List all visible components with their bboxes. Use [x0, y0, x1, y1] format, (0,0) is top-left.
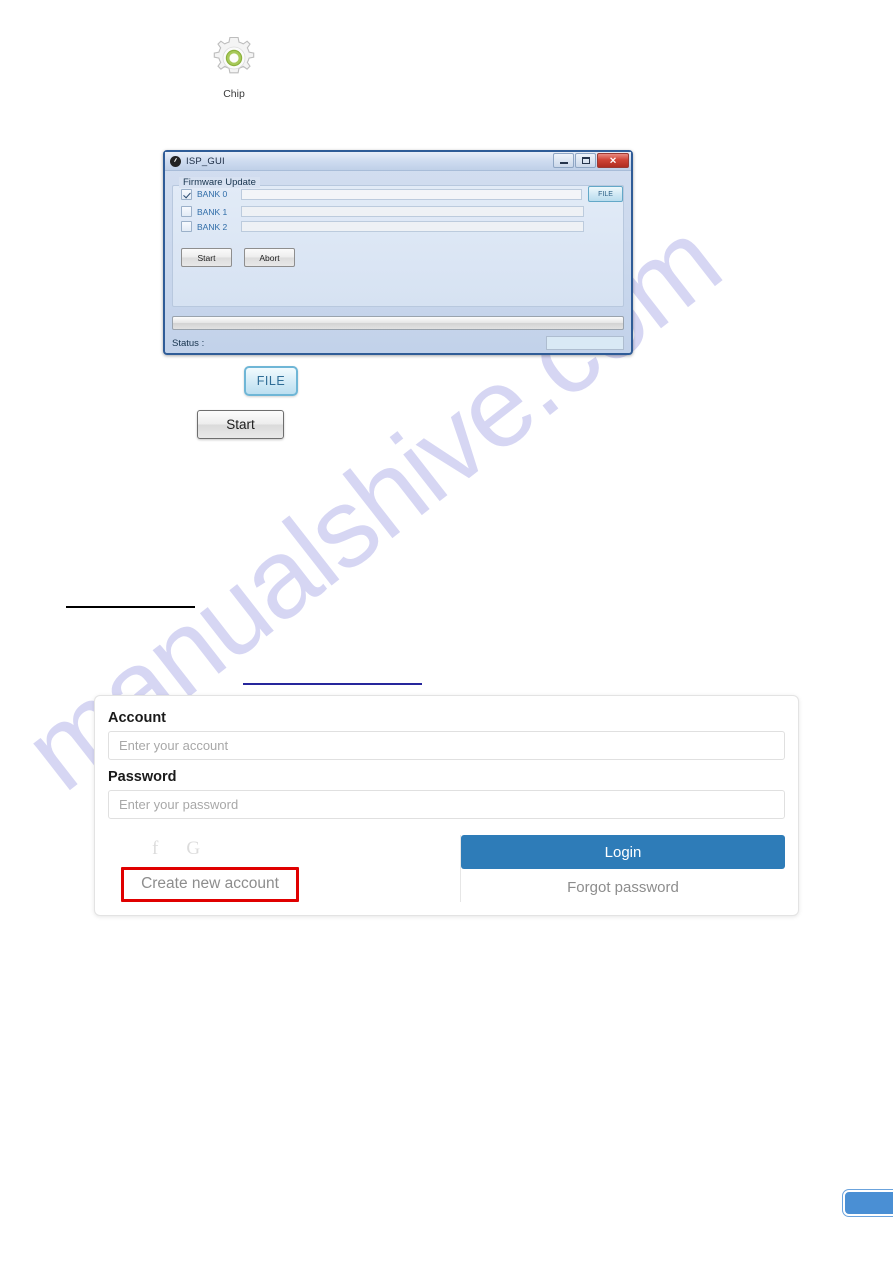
bank0-path-input[interactable] — [241, 188, 582, 200]
status-row: Status : — [172, 336, 624, 350]
bank-row: BANK 0 FILE — [173, 186, 623, 202]
window-body: Firmware Update BANK 0 FILE BANK 1 BANK … — [165, 171, 631, 353]
maximize-button[interactable] — [575, 153, 596, 168]
corner-tab-button[interactable] — [843, 1190, 893, 1216]
forgot-password-link[interactable]: Forgot password — [461, 879, 785, 896]
action-buttons: Start Abort — [173, 248, 623, 267]
login-secondary-column: f G Create new account — [108, 835, 460, 902]
status-value-field — [546, 336, 624, 350]
bank0-label: BANK 0 — [197, 189, 228, 199]
password-label: Password — [108, 769, 177, 785]
start-button[interactable]: Start — [181, 248, 232, 267]
window-title: ISP_GUI — [186, 155, 225, 167]
social-login-row: f G — [108, 835, 460, 861]
callout-start-button[interactable]: Start — [197, 410, 284, 439]
bank2-path-input[interactable] — [241, 221, 584, 232]
isp-gui-window: ISP_GUI ✕ Firmware Update BANK 0 FILE BA… — [163, 150, 633, 355]
login-card: Account Password f G Create new account … — [94, 695, 799, 916]
bank0-checkbox[interactable] — [181, 188, 192, 200]
window-controls: ✕ — [553, 153, 629, 168]
bank1-checkbox[interactable] — [181, 206, 192, 217]
bank-row: BANK 1 — [173, 206, 623, 217]
close-button[interactable]: ✕ — [597, 153, 629, 168]
minimize-button[interactable] — [553, 153, 574, 168]
firmware-update-group: Firmware Update BANK 0 FILE BANK 1 BANK … — [172, 177, 624, 307]
login-actions: f G Create new account Login Forgot pass… — [108, 835, 785, 902]
facebook-icon[interactable]: f — [152, 839, 158, 858]
progress-bar — [172, 316, 624, 330]
bank1-path-input[interactable] — [241, 206, 584, 217]
app-circle-icon — [170, 155, 181, 167]
chip-figure: Chip — [204, 34, 264, 100]
callout-file-button[interactable]: FILE — [244, 366, 298, 396]
bank2-checkbox[interactable] — [181, 221, 192, 232]
bank-row: BANK 2 — [173, 221, 623, 232]
bank2-label: BANK 2 — [197, 221, 228, 232]
close-icon: ✕ — [609, 155, 617, 165]
section-rule-blue — [243, 683, 422, 685]
google-icon[interactable]: G — [186, 839, 200, 858]
bank1-label: BANK 1 — [197, 206, 228, 217]
abort-button[interactable]: Abort — [244, 248, 295, 267]
firmware-update-legend: Firmware Update — [179, 177, 260, 188]
section-rule-black — [66, 606, 195, 608]
account-input[interactable] — [108, 731, 785, 760]
login-primary-column: Login Forgot password — [460, 835, 785, 902]
login-button[interactable]: Login — [461, 835, 785, 869]
password-input[interactable] — [108, 790, 785, 819]
file-button[interactable]: FILE — [588, 186, 623, 202]
create-new-account-link[interactable]: Create new account — [121, 867, 299, 902]
chip-label: Chip — [223, 88, 245, 100]
window-titlebar: ISP_GUI ✕ — [165, 152, 631, 171]
status-label: Status : — [172, 337, 205, 349]
account-label: Account — [108, 710, 166, 726]
gear-icon — [210, 34, 258, 82]
